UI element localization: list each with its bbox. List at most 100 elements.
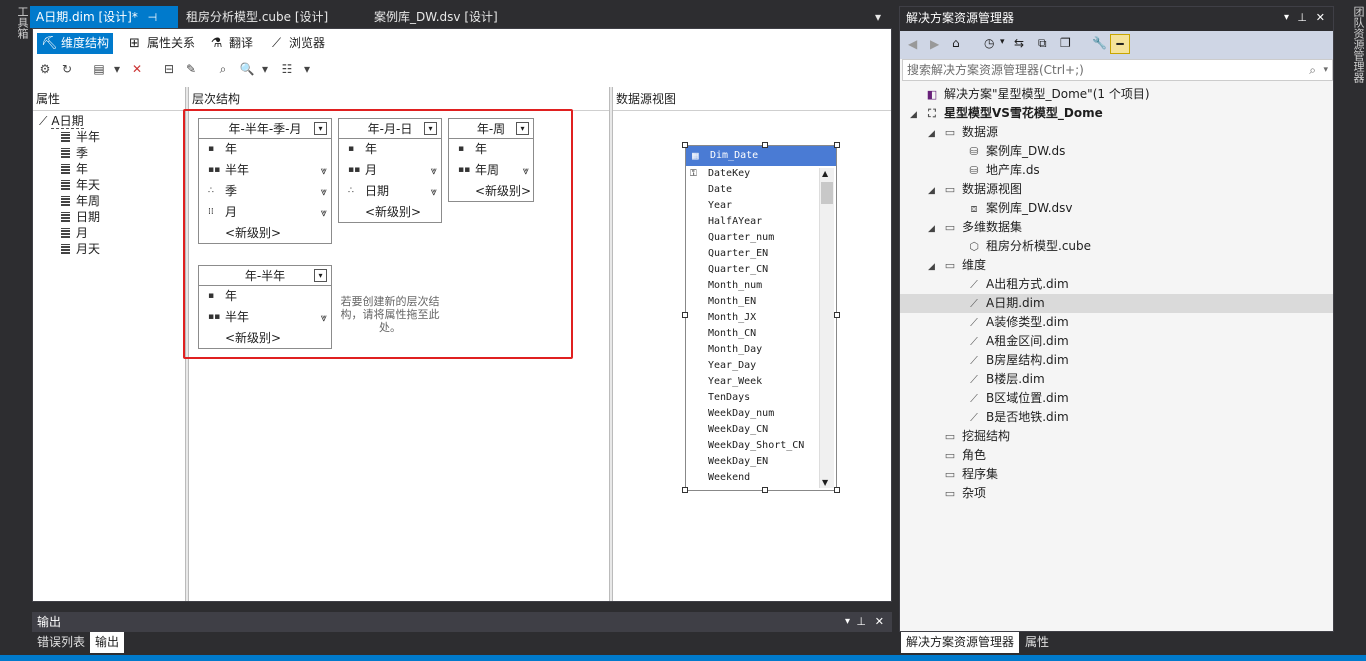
hierarchy-level[interactable]: ▪ 年 xyxy=(199,139,331,160)
tree-item[interactable]: ⟋ A租金区间.dim xyxy=(952,332,1332,351)
tab-properties[interactable]: 属性 xyxy=(1020,632,1054,653)
tree-item[interactable]: ⧈ 案例库_DW.dsv xyxy=(952,199,1332,218)
history-icon[interactable]: ◷ xyxy=(984,36,994,50)
scroll-down-icon[interactable]: ▼ xyxy=(822,478,828,487)
dsv-column[interactable]: HalfAYear xyxy=(686,214,836,230)
dsv-column[interactable]: Month_EN xyxy=(686,294,836,310)
process-icon[interactable]: ⚙ xyxy=(37,61,53,77)
tree-item[interactable]: ⬡ 租房分析模型.cube xyxy=(952,237,1332,256)
collapse-icon[interactable]: ▾ xyxy=(314,269,327,282)
warning-chevron-icon[interactable]: ⩔ xyxy=(431,160,437,181)
tree-item[interactable]: ⟋ B房屋结构.dim xyxy=(952,351,1332,370)
attribute-item[interactable]: 半年 xyxy=(61,129,100,145)
scroll-up-icon[interactable]: ▲ xyxy=(822,169,828,178)
view-icon[interactable]: ▤ xyxy=(91,61,107,77)
hierarchy-level[interactable]: ▪▪ 半年 ⩔ xyxy=(199,160,331,181)
refresh-icon[interactable]: ↻ xyxy=(59,61,75,77)
home-icon[interactable]: ⌂ xyxy=(952,36,960,50)
new-level[interactable]: <新级别> xyxy=(199,223,331,244)
tab-solution-explorer[interactable]: 解决方案资源管理器 xyxy=(901,632,1020,653)
tab-dropdown-icon[interactable]: ▾ xyxy=(875,6,891,28)
splitter-right[interactable] xyxy=(609,87,613,601)
dsv-column[interactable]: WeekDay_Short_CN xyxy=(686,438,836,454)
tab-cube[interactable]: 租房分析模型.cube [设计] xyxy=(180,6,360,28)
tab-browser[interactable]: ⟋ 浏览器 xyxy=(265,33,329,54)
dsv-column[interactable]: Month_JX xyxy=(686,310,836,326)
back-icon[interactable]: ◀ xyxy=(908,37,917,51)
expand-arrow-icon[interactable]: ◢ xyxy=(928,182,942,201)
forward-icon[interactable]: ▶ xyxy=(930,37,939,51)
attribute-item[interactable]: 日期 xyxy=(61,209,100,225)
hierarchy-level[interactable]: ∴ 日期 ⩔ xyxy=(339,181,441,202)
view-dropdown-icon[interactable]: ▾ xyxy=(109,61,125,77)
tab-attribute-relationships[interactable]: ⊞ 属性关系 xyxy=(123,33,199,54)
resize-handle[interactable] xyxy=(682,487,688,493)
dsv-column[interactable]: Year_Day xyxy=(686,358,836,374)
attribute-item[interactable]: 月天 xyxy=(61,241,100,257)
hierarchy-level[interactable]: ▪▪ 年周 ⩔ xyxy=(449,160,533,181)
tree-item-selected[interactable]: ⟋ A日期.dim xyxy=(900,294,1333,313)
new-level[interactable]: <新级别> xyxy=(339,202,441,223)
search-icon[interactable]: ⌕ xyxy=(1309,60,1316,80)
tree-folder-roles[interactable]: ▭ 角色 xyxy=(928,446,1328,465)
dsv-column[interactable]: TenDays xyxy=(686,390,836,406)
hierarchy-box[interactable]: 年-半年 ▾ ▪ 年 ▪▪ 半年 ⩔ <新级别> xyxy=(198,265,332,349)
hierarchy-level[interactable]: ⁞⁞ 月 ⩔ xyxy=(199,202,331,223)
sync-icon[interactable]: ⇆ xyxy=(1014,36,1024,50)
new-level[interactable]: <新级别> xyxy=(199,328,331,349)
dsv-column[interactable]: Quarter_num xyxy=(686,230,836,246)
resize-handle[interactable] xyxy=(834,487,840,493)
dsv-column[interactable]: Quarter_CN xyxy=(686,262,836,278)
dsv-column[interactable]: WeekDay_EN xyxy=(686,454,836,470)
history-dropdown-icon[interactable]: ▾ xyxy=(1000,37,1005,47)
tree-item[interactable]: ⟋ B是否地铁.dim xyxy=(952,408,1332,427)
zoom-dropdown-icon[interactable]: ▾ xyxy=(257,61,273,77)
attribute-item[interactable]: 月 xyxy=(61,225,88,241)
dimension-node[interactable]: ⟋ A日期 xyxy=(39,113,84,129)
dsv-column[interactable]: Date xyxy=(686,182,836,198)
tree-folder-dsv[interactable]: ◢ ▭ 数据源视图 xyxy=(928,180,1328,199)
tree-item[interactable]: ⟋ A装修类型.dim xyxy=(952,313,1332,332)
expand-arrow-icon[interactable]: ◢ xyxy=(928,220,942,239)
tree-folder-cubes[interactable]: ◢ ▭ 多维数据集 xyxy=(928,218,1328,237)
warning-chevron-icon[interactable]: ⩔ xyxy=(321,160,327,181)
tree-item[interactable]: ⟋ A出租方式.dim xyxy=(952,275,1332,294)
dsv-column[interactable]: Month_CN xyxy=(686,326,836,342)
tree-item[interactable]: ⛁ 案例库_DW.ds xyxy=(952,142,1332,161)
pin-icon[interactable]: ⊥ xyxy=(856,612,866,632)
warning-chevron-icon[interactable]: ⩔ xyxy=(523,160,529,181)
hierarchy-level[interactable]: ∴ 季 ⩔ xyxy=(199,181,331,202)
attribute-item[interactable]: 年周 xyxy=(61,193,100,209)
collapse-icon[interactable]: ▾ xyxy=(314,122,327,135)
tree-folder-dimensions[interactable]: ◢ ▭ 维度 xyxy=(928,256,1328,275)
resize-handle[interactable] xyxy=(762,487,768,493)
tree-folder-datasource[interactable]: ◢ ▭ 数据源 xyxy=(928,123,1328,142)
resize-handle[interactable] xyxy=(682,312,688,318)
tab-output[interactable]: 输出 xyxy=(90,632,125,653)
copy-icon[interactable]: ❐ xyxy=(1060,36,1071,50)
dsv-column[interactable]: ⚿ DateKey xyxy=(686,166,836,182)
resize-handle[interactable] xyxy=(834,312,840,318)
attribute-item[interactable]: 年天 xyxy=(61,177,100,193)
close-icon[interactable]: ✕ xyxy=(1316,7,1325,29)
dsv-table-header[interactable]: ▦ Dim_Date xyxy=(686,146,836,166)
hierarchy-box[interactable]: 年-月-日 ▾ ▪ 年 ▪▪ 月 ⩔ ∴ 日期 ⩔ <新级别> xyxy=(338,118,442,223)
delete-icon[interactable]: ✕ xyxy=(129,61,145,77)
dsv-column[interactable]: WeekDay_num xyxy=(686,406,836,422)
dsv-column[interactable]: Quarter_EN xyxy=(686,246,836,262)
dsv-column[interactable]: Year_Week xyxy=(686,374,836,390)
close-icon[interactable]: ✕ xyxy=(875,612,884,632)
team-explorer-strip[interactable]: 团队资源管理器 xyxy=(1336,0,1366,661)
resize-handle[interactable] xyxy=(834,142,840,148)
hierarchy-level[interactable]: ▪ 年 xyxy=(199,286,331,307)
hierarchy-box[interactable]: 年-半年-季-月 ▾ ▪ 年 ▪▪ 半年 ⩔ ∴ 季 ⩔ ⁞⁞ 月 ⩔ <新级别> xyxy=(198,118,332,244)
dsv-column[interactable]: WeekDay_CN xyxy=(686,422,836,438)
preview-icon[interactable]: ━ xyxy=(1110,34,1130,54)
hierarchy-level[interactable]: ▪ 年 xyxy=(449,139,533,160)
dsv-column[interactable]: Weekend xyxy=(686,470,836,486)
properties-icon[interactable]: 🔧 xyxy=(1092,36,1107,50)
pin-icon[interactable]: ⊣ xyxy=(148,11,158,24)
dsv-scrollbar[interactable]: ▲ ▼ xyxy=(819,168,834,488)
tree-item[interactable]: ⟋ B区域位置.dim xyxy=(952,389,1332,408)
dsv-column[interactable]: Month_Day xyxy=(686,342,836,358)
